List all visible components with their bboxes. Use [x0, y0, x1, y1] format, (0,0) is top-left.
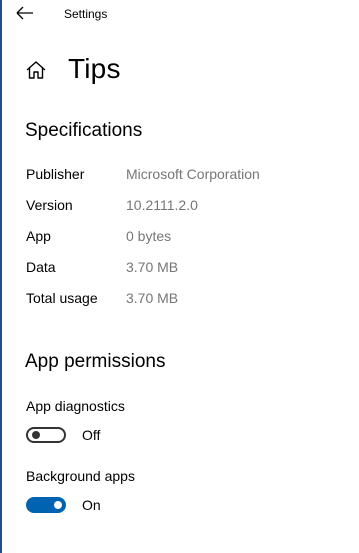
home-icon[interactable] [25, 59, 47, 81]
spec-label: Data [26, 259, 56, 275]
spec-value: 3.70 MB [126, 290, 179, 306]
spec-value: Microsoft Corporation [126, 166, 260, 182]
spec-row-publisher: Publisher Microsoft Corporation [26, 166, 356, 186]
toggle-state-label: Off [82, 427, 101, 443]
background-apps-toggle[interactable] [26, 497, 66, 513]
spec-label: Total usage [26, 290, 98, 306]
app-diagnostics-toggle[interactable] [26, 427, 66, 443]
window-left-edge [0, 0, 2, 553]
specifications-heading: Specifications [25, 120, 143, 141]
app-diagnostics-label: App diagnostics [26, 398, 125, 414]
arrow-left-icon [16, 6, 33, 20]
spec-label: Publisher [26, 166, 85, 182]
spec-label: Version [26, 197, 73, 213]
spec-value: 3.70 MB [126, 259, 179, 275]
toggle-state-label: On [82, 497, 101, 513]
background-apps-label: Background apps [26, 468, 135, 484]
spec-row-total-usage: Total usage 3.70 MB [26, 290, 356, 310]
spec-row-data: Data 3.70 MB [26, 259, 356, 279]
toggle-knob [32, 431, 40, 439]
page-title: Tips [68, 53, 121, 84]
title-bar: Settings [0, 0, 359, 28]
app-permissions-heading: App permissions [25, 351, 166, 372]
toggle-knob [54, 501, 62, 509]
spec-row-app: App 0 bytes [26, 228, 356, 248]
spec-value: 10.2111.2.0 [126, 197, 198, 213]
spec-value: 0 bytes [126, 228, 172, 244]
spec-row-version: Version 10.2111.2.0 [26, 197, 356, 217]
back-button[interactable] [14, 4, 36, 22]
spec-label: App [26, 228, 51, 244]
window-title: Settings [64, 7, 108, 21]
